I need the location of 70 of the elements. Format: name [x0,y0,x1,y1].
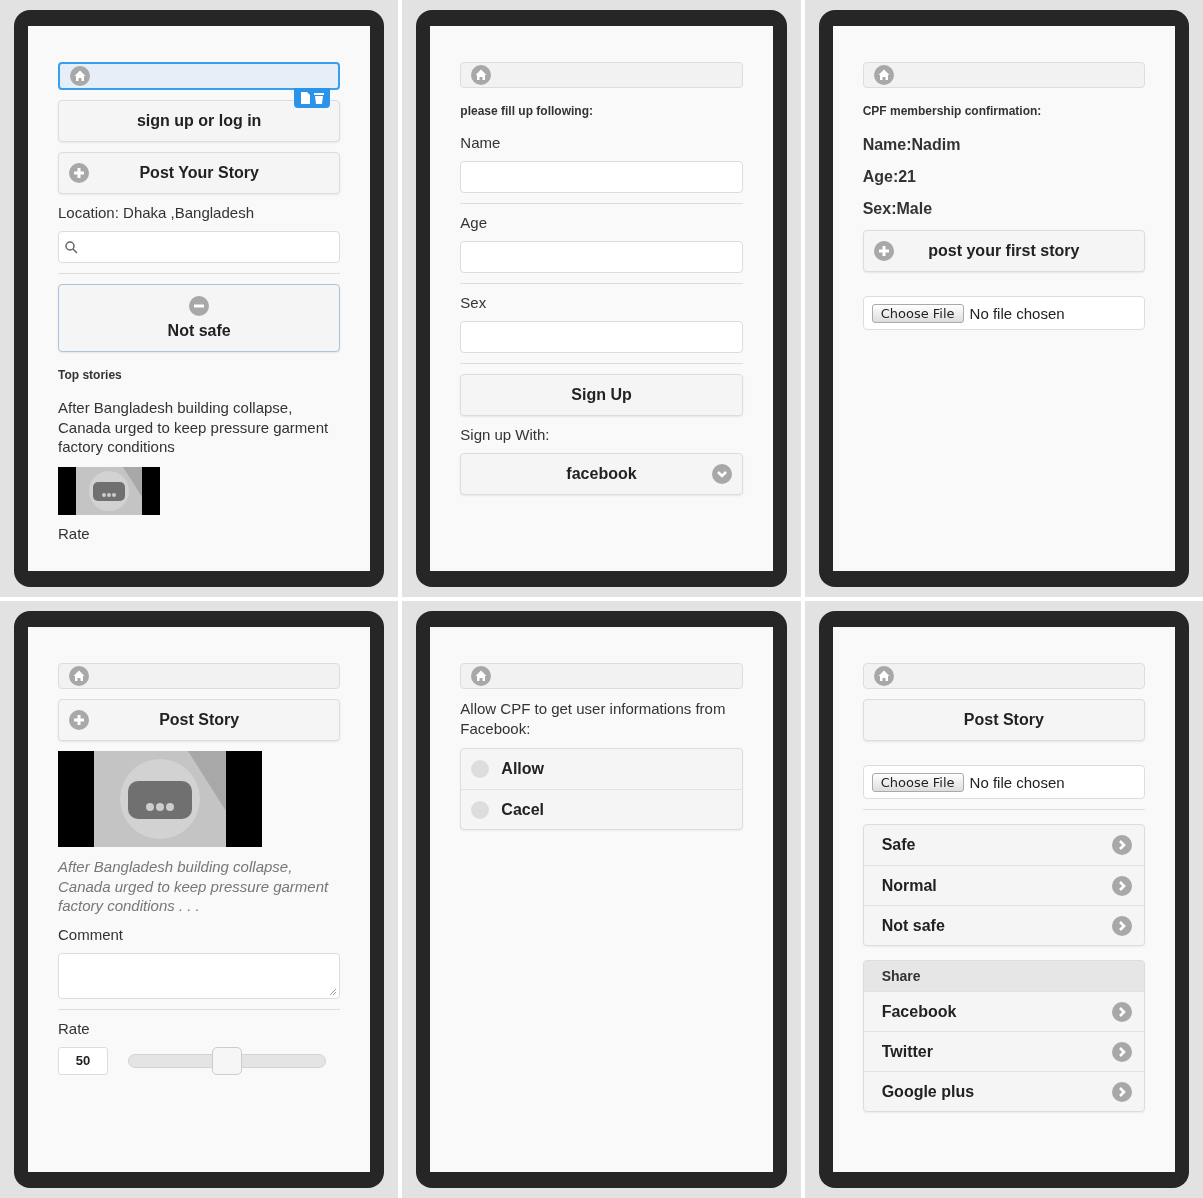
chevron-right-icon [1112,875,1132,896]
section-heading: CPF membership confirmation: [862,104,1043,118]
button[interactable]: Post Story [862,699,1145,741]
chevron-right-icon [1112,835,1132,855]
chevron-right-icon [1112,1081,1132,1102]
value-field[interactable]: 50 [58,1046,108,1075]
plus-icon [873,241,894,261]
paragraph: Allow CPF to get user informations from Facebook: [460,699,727,738]
input-field[interactable] [460,161,743,193]
info-line: Name:Nadim [862,136,962,154]
button[interactable]: Post Story [58,699,341,741]
button[interactable]: Sign Up [460,374,743,416]
list-item[interactable]: Facebook [863,991,1144,1031]
button[interactable]: Post Your Story [58,152,341,194]
section-heading: Top stories [58,368,123,382]
field-label: Name [460,134,502,151]
comment-field[interactable] [58,952,341,999]
plus-icon [69,163,89,183]
plus-icon [69,710,89,730]
list-header: Share [863,961,1144,991]
list-item[interactable]: Not safe [863,905,1144,945]
home-icon [873,65,894,85]
field-label: Rate [58,1019,91,1037]
chevron-right-icon [1112,1041,1132,1062]
radio-option[interactable]: Allow [461,749,742,789]
radio-option[interactable]: Cacel [461,789,742,829]
radio-button[interactable] [471,760,490,778]
file-status: No file chosen [969,773,1065,791]
paragraph: After Bangladesh building collapse, Canada urged to keep pressure garment factory conditions [58,398,330,457]
list-item[interactable]: Normal [863,865,1144,905]
info-line: Age:21 [862,168,917,186]
slider-thumb[interactable] [212,1046,243,1075]
status-button[interactable]: Not safe [58,284,341,352]
home-icon [471,666,492,686]
search-field[interactable] [58,231,341,263]
field-label: Age [460,214,489,231]
resize-grip-icon[interactable] [329,987,338,996]
field-label: Sex [460,294,488,311]
button[interactable]: post your first story [862,230,1145,272]
trash-icon[interactable] [314,92,325,104]
input-field[interactable] [460,321,743,353]
file-status: No file chosen [969,304,1065,322]
button[interactable]: sign up or log in [58,100,341,142]
field-label: Rate [58,524,91,542]
list-item[interactable]: Google plus [863,1071,1144,1111]
chevron-right-icon [1112,915,1132,936]
select-menu[interactable]: facebook [460,453,743,495]
home-icon [69,666,89,686]
story-caption: After Bangladesh building collapse, Canada urged to keep pressure garment factory conditions . . . [58,857,330,916]
home-bar[interactable] [58,62,341,90]
slider[interactable] [128,1046,327,1075]
copy-icon[interactable] [300,92,311,104]
home-icon [471,65,492,85]
search-icon [65,240,78,254]
section-heading: please fill up following: [460,104,594,118]
home-icon [70,66,90,86]
list-item[interactable]: Twitter [863,1031,1144,1071]
chevron-right-icon [1112,1001,1132,1022]
choose-file-button[interactable]: Choose File [871,772,964,792]
field-label: Comment [58,925,125,943]
chevron-down-icon [711,464,732,484]
radio-button[interactable] [471,800,490,819]
list-item[interactable]: Safe [863,825,1144,865]
info-line: Sex:Male [862,200,934,218]
field-label: Sign up With: [460,426,551,443]
input-field[interactable] [460,241,743,273]
field-label: Location: Dhaka ,Bangladesh [58,204,255,221]
choose-file-button[interactable]: Choose File [871,303,964,323]
home-icon [873,666,894,686]
minus-icon [189,296,210,316]
